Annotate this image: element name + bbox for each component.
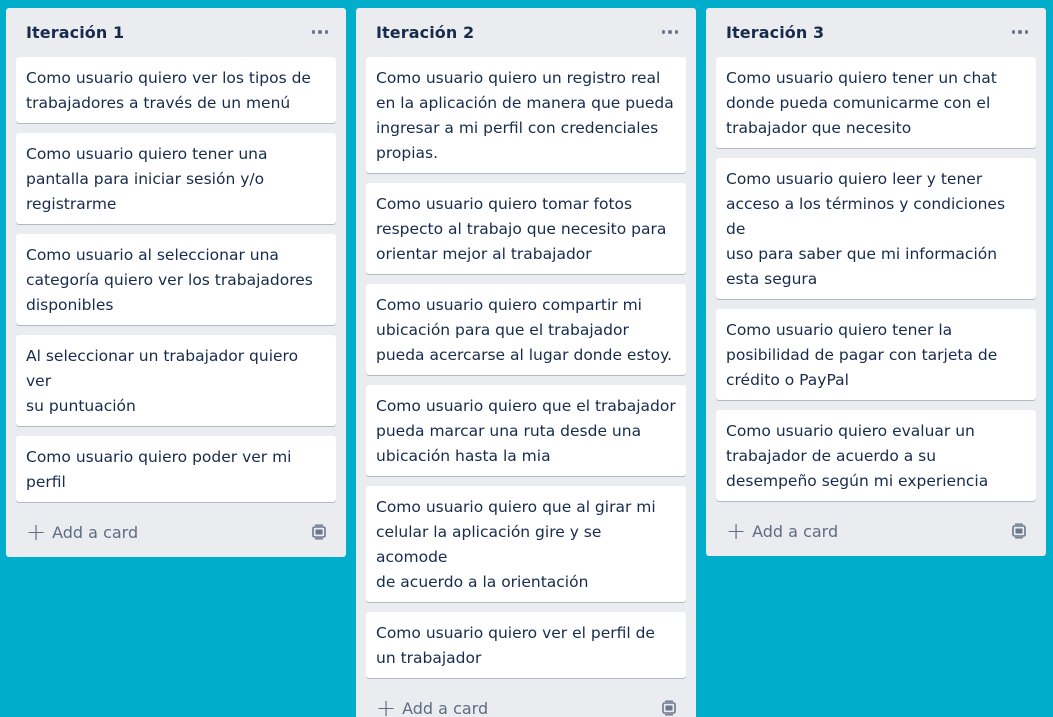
card-text-line: Como usuario quiero que el trabajador <box>376 397 676 415</box>
menu-dot <box>311 30 316 34</box>
card-text-line: posibilidad de pagar con tarjeta de <box>726 346 998 364</box>
card[interactable]: Al seleccionar un trabajador quiero ver s… <box>16 335 336 426</box>
card-text-line: trabajador que necesito <box>726 119 912 137</box>
add-card-button[interactable]: + Add a card <box>720 515 844 547</box>
list-menu-icon[interactable] <box>1008 22 1032 42</box>
list-menu-icon[interactable] <box>308 22 332 42</box>
card-text-line: Como usuario quiero tener una <box>26 145 268 163</box>
card-text-line: acceso a los términos y condiciones de <box>726 195 1006 238</box>
card-text-line: celular la aplicación gire y se acomode <box>376 523 602 566</box>
card-text-line: donde pueda comunicarme con el <box>726 94 991 112</box>
card-text-line: de acuerdo a la orientación <box>376 573 589 591</box>
card[interactable]: Como usuario quiero ver los tipos de trab… <box>16 57 336 123</box>
list-iteracion-3: Iteración 3 Como usuario quiero tener un… <box>706 8 1046 556</box>
card-text-line: ingresar a mi perfil con credenciales <box>376 119 659 137</box>
card-text-line: Como usuario quiero tener la <box>726 321 953 339</box>
card[interactable]: Como usuario quiero que el trabajador pue… <box>366 385 686 476</box>
card-text-line: Como usuario quiero leer y tener <box>726 170 983 188</box>
plus-icon: + <box>726 517 747 545</box>
card-template-icon[interactable] <box>660 699 678 717</box>
card-text-line: propias. <box>376 144 438 162</box>
list-footer: + Add a card <box>366 686 686 717</box>
card-text-line: trabajadores a través de un menú <box>26 94 291 112</box>
list-title[interactable]: Iteración 3 <box>726 23 824 42</box>
card-text-line: Como usuario quiero tener un chat <box>726 69 997 87</box>
card-text-line: pueda acercarse al lugar donde estoy. <box>376 346 672 364</box>
card[interactable]: Como usuario quiero ver el perfil de un t… <box>366 612 686 678</box>
card-text-line: su puntuación <box>26 397 136 415</box>
list-header: Iteración 1 <box>16 8 336 57</box>
card[interactable]: Como usuario quiero un registro real en l… <box>366 57 686 173</box>
card[interactable]: Como usuario quiero evaluar un trabajador… <box>716 410 1036 501</box>
card[interactable]: Como usuario quiero que al girar mi celul… <box>366 486 686 602</box>
card-text-line: uso para saber que mi información <box>726 245 998 263</box>
menu-dot <box>1024 30 1029 34</box>
menu-dot <box>1018 30 1022 34</box>
card-text-line: Como usuario quiero ver el perfil de <box>376 624 655 642</box>
list-menu-icon[interactable] <box>658 22 682 42</box>
list-header: Iteración 3 <box>716 8 1036 57</box>
card-text-line: Como usuario quiero evaluar un <box>726 422 975 440</box>
list-title[interactable]: Iteración 2 <box>376 23 474 42</box>
card-text-line: en la aplicación de manera que pueda <box>376 94 674 112</box>
menu-dot <box>674 30 679 34</box>
card[interactable]: Como usuario quiero leer y tener acceso a… <box>716 158 1036 299</box>
card-text-line: categoría quiero ver los trabajadores <box>26 271 313 289</box>
list-footer: + Add a card <box>716 509 1036 556</box>
card-text-line: desempeño según mi experiencia <box>726 472 989 490</box>
card-text-line: orientar mejor al trabajador <box>376 245 592 263</box>
card-text-line: Como usuario al seleccionar una <box>26 246 279 264</box>
card-text-line: Como usuario quiero tomar fotos <box>376 195 633 213</box>
card-text-line: Al seleccionar un trabajador quiero ver <box>26 347 299 390</box>
card[interactable]: Como usuario quiero tomar fotos respecto … <box>366 183 686 274</box>
plus-icon: + <box>26 518 47 546</box>
board: Iteración 1 Como usuario quiero ver los … <box>0 0 1053 717</box>
card-template-icon[interactable] <box>310 523 328 541</box>
plus-icon: + <box>376 694 397 717</box>
card-text-line: respecto al trabajo que necesito para <box>376 220 667 238</box>
card[interactable]: Como usuario quiero tener la posibilidad … <box>716 309 1036 400</box>
menu-dot <box>324 30 329 34</box>
card-list: Como usuario quiero tener un chat donde p… <box>716 57 1036 501</box>
list-iteracion-2: Iteración 2 Como usuario quiero un regis… <box>356 8 696 717</box>
card-text-line: ubicación para que el trabajador <box>376 321 629 339</box>
card-text-line: esta segura <box>726 270 818 288</box>
menu-dot <box>661 30 666 34</box>
card-list: Como usuario quiero un registro real en l… <box>366 57 686 678</box>
card-text-line: ubicación hasta la mia <box>376 447 551 465</box>
card[interactable]: Como usuario quiero compartir mi ubicació… <box>366 284 686 375</box>
add-card-label: Add a card <box>752 521 839 541</box>
card-text-line: un trabajador <box>376 649 482 667</box>
card-list: Como usuario quiero ver los tipos de trab… <box>16 57 336 502</box>
menu-dot <box>1011 30 1016 34</box>
add-card-label: Add a card <box>52 522 139 542</box>
card[interactable]: Como usuario quiero tener una pantalla pa… <box>16 133 336 224</box>
card[interactable]: Como usuario al seleccionar una categoría… <box>16 234 336 325</box>
card-text-line: Como usuario quiero poder ver mi <box>26 448 292 466</box>
menu-dot <box>668 30 672 34</box>
card[interactable]: Como usuario quiero poder ver mi perfil <box>16 436 336 502</box>
card-text-line: Como usuario quiero compartir mi <box>376 296 642 314</box>
card-text-line: Como usuario quiero ver los tipos de <box>26 69 311 87</box>
card-text-line: crédito o PayPal <box>726 371 849 389</box>
card-text-line: pantalla para iniciar sesión y/o <box>26 170 265 188</box>
card-template-icon[interactable] <box>1010 522 1028 540</box>
add-card-label: Add a card <box>402 698 489 717</box>
list-header: Iteración 2 <box>366 8 686 57</box>
add-card-button[interactable]: + Add a card <box>370 692 494 717</box>
card-text-line: trabajador de acuerdo a su <box>726 447 937 465</box>
card-text-line: perfil <box>26 473 66 491</box>
list-title[interactable]: Iteración 1 <box>26 23 124 42</box>
card-text-line: Como usuario quiero que al girar mi <box>376 498 656 516</box>
card-text-line: Como usuario quiero un registro real <box>376 69 661 87</box>
card-text-line: registrarme <box>26 195 117 213</box>
card-text-line: disponibles <box>26 296 114 314</box>
card-text-line: pueda marcar una ruta desde una <box>376 422 642 440</box>
card[interactable]: Como usuario quiero tener un chat donde p… <box>716 57 1036 148</box>
list-footer: + Add a card <box>16 510 336 557</box>
menu-dot <box>318 30 322 34</box>
list-iteracion-1: Iteración 1 Como usuario quiero ver los … <box>6 8 346 557</box>
add-card-button[interactable]: + Add a card <box>20 516 144 548</box>
